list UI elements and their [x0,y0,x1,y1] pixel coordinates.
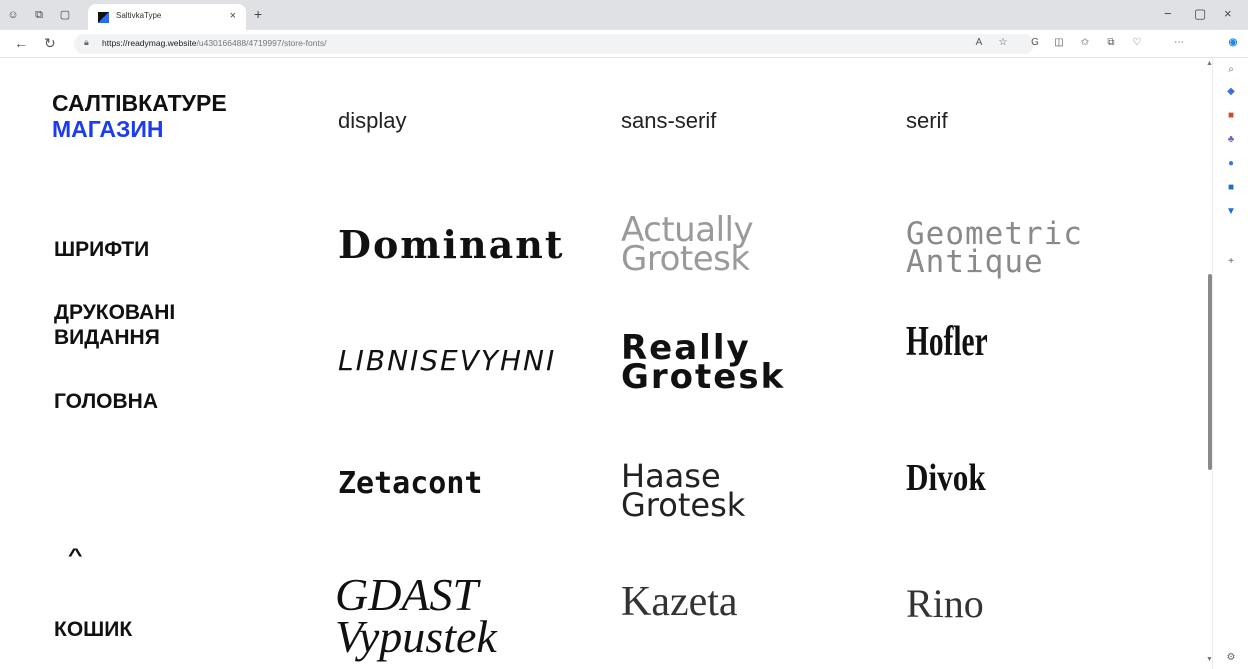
address-bar[interactable]: 🔒︎ https://readymag.website/u430166488/4… [74,34,1034,54]
font-card-hofler[interactable]: Hofler [906,318,988,366]
menu-print-label-2: ВИДАННЯ [54,326,160,349]
font-card-actually-grotesk[interactable]: Actually Grotesk [621,213,754,279]
font-card-rino[interactable]: Rino [906,580,984,627]
menu-fonts[interactable]: ШРИФТИ [54,237,149,262]
font-gdast-line-1: GDAST [335,569,479,620]
font-actually-line-2: Grotesk [621,239,750,279]
extensions-icon[interactable]: G [1028,37,1042,48]
outlook-icon[interactable]: ■ [1225,182,1237,194]
tab-actions-icon[interactable]: ▢ [58,8,72,22]
font-card-geometric-antique[interactable]: Geometric Antique [906,219,1083,280]
heart-icon[interactable]: ♡ [1130,37,1144,48]
font-gdast-line-2: Vypustek [335,611,497,662]
font-haase-line-2: Grotesk [621,486,746,524]
font-really-line-2: Grotesk [621,357,786,397]
store-title: МАГАЗИН [52,116,164,142]
url-text[interactable]: https://readymag.website/u430166488/4719… [102,38,326,48]
font-card-gdast-vypustek[interactable]: GDAST Vypustek [335,569,497,662]
collections-icon[interactable]: ⧉ [1104,37,1118,48]
lock-icon[interactable]: 🔒︎ [84,37,89,48]
font-card-zetacont[interactable]: Zetacont [338,466,483,501]
tag-icon[interactable]: ◆ [1225,86,1237,98]
edge-sidebar: ⌕ ◆ ■ ♣ ● ■ ▼ + ⚙ [1212,58,1248,669]
favorites-icon[interactable]: ✩ [1078,37,1092,48]
font-card-kazeta[interactable]: Kazeta [621,578,738,626]
menu-home[interactable]: ГОЛОВНА [54,389,158,414]
minimize-button[interactable]: − [1164,6,1172,21]
font-card-dominant[interactable]: Dominant [338,222,564,267]
address-toolbar: ← ↻ 🔒︎ https://readymag.website/u4301664… [0,30,1248,58]
font-card-haase-grotesk[interactable]: Haase Grotesk [621,460,746,524]
more-icon[interactable]: ⋯ [1172,37,1186,48]
people-icon[interactable]: ♣ [1225,134,1237,146]
search-icon[interactable]: ⌕ [1225,64,1237,76]
menu-print-label-1: ДРУКОВАНІ [54,301,176,324]
add-icon[interactable]: + [1225,256,1237,268]
star-icon[interactable]: ☆ [996,37,1010,48]
scrollbar-thumb[interactable] [1208,274,1212,470]
font-card-libnisevyhni[interactable]: LIBNISEVYHNI [338,344,556,377]
font-card-divok[interactable]: Divok [906,456,986,500]
menu-fonts-label: ШРИФТИ [54,238,150,261]
close-tab-icon[interactable]: × [230,10,236,22]
menu-home-label: ГОЛОВНА [54,390,159,413]
scroll-to-top-icon[interactable]: ^ [68,545,83,566]
scroll-up-icon[interactable]: ▲ [1206,60,1213,67]
brand-name: САЛТІВКАТУРЕ [52,90,227,116]
workspaces-icon[interactable]: ⧉ [32,8,46,22]
category-display[interactable]: display [338,108,406,134]
menu-cart-label: КОШИК [54,618,133,641]
scroll-down-icon[interactable]: ▼ [1206,656,1213,663]
font-geometric-line-2: Antique [906,244,1044,280]
briefcase-icon[interactable]: ■ [1225,110,1237,122]
split-screen-icon[interactable]: ◫ [1052,37,1066,48]
copilot-icon[interactable]: ◉ [1226,37,1240,48]
category-serif[interactable]: serif [906,108,948,134]
back-icon[interactable]: ← [14,35,28,51]
restore-button[interactable]: ▢ [1194,6,1206,22]
settings-icon[interactable]: ⚙ [1225,652,1237,664]
refresh-icon[interactable]: ↻ [44,35,56,52]
browser-tab-bar: ☺ ⧉ ▢ SaltivkaType × + − ▢ × [0,0,1248,30]
office-icon[interactable]: ● [1225,158,1237,170]
site-favicon-icon [98,12,109,23]
drop-icon[interactable]: ▼ [1225,206,1237,218]
menu-cart[interactable]: КОШИК [54,617,132,642]
font-card-really-grotesk[interactable]: Really Grotesk [621,331,786,397]
close-window-button[interactable]: × [1224,6,1232,21]
profile-icon[interactable]: ☺ [6,8,20,22]
category-sans-serif[interactable]: sans-serif [621,108,716,134]
site-logo[interactable]: САЛТІВКАТУРЕ МАГАЗИН [52,90,227,142]
tab-saltivkatype[interactable]: SaltivkaType × [88,4,246,30]
read-aloud-icon[interactable]: A [972,37,986,48]
new-tab-button[interactable]: + [254,6,262,22]
menu-print-editions[interactable]: ДРУКОВАНІ ВИДАННЯ [54,300,175,350]
tab-title: SaltivkaType [116,11,162,20]
